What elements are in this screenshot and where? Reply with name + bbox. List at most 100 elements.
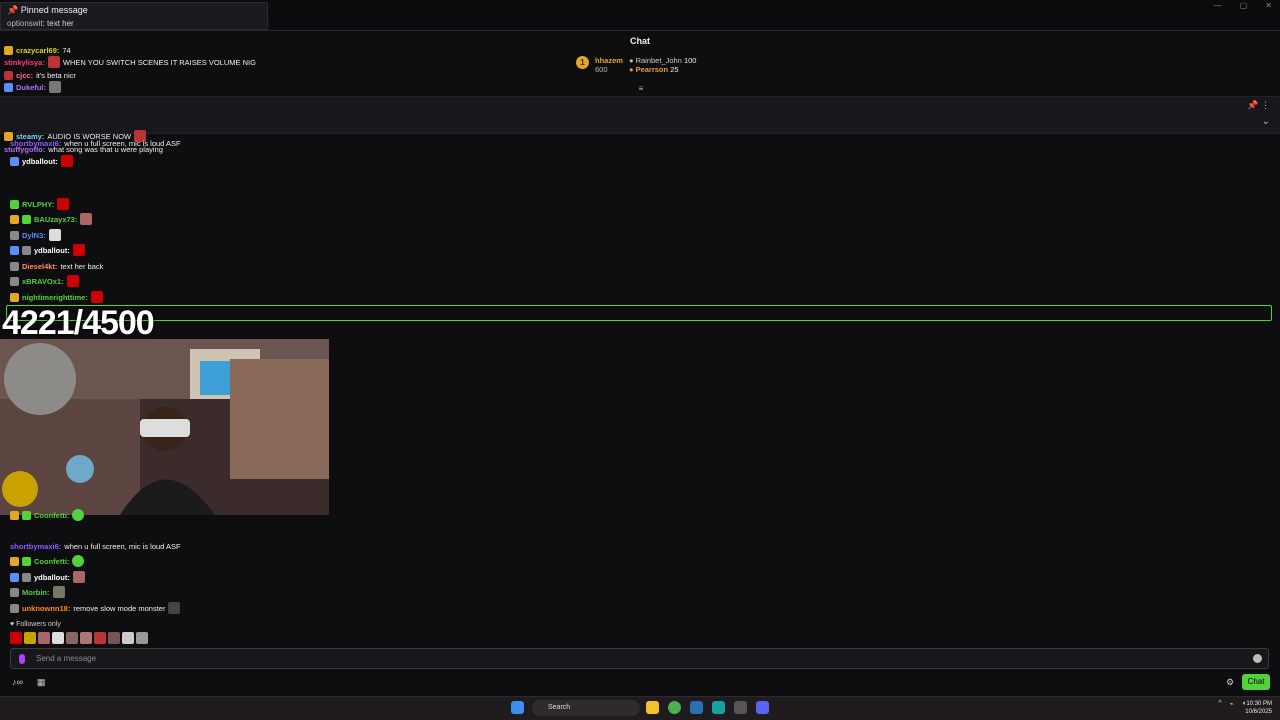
badge-icon	[10, 292, 19, 302]
window-controls[interactable]: — ▢ ✕	[1214, 0, 1272, 12]
chat-username[interactable]: RVLPHY:	[22, 200, 54, 209]
microphone-icon[interactable]	[19, 654, 25, 664]
app-icon[interactable]	[712, 701, 725, 714]
more-options-icon[interactable]: ⋮	[1261, 100, 1270, 110]
network-icon[interactable]: ⌁	[1230, 700, 1234, 708]
app-icon[interactable]	[734, 701, 747, 714]
chat-username[interactable]: nightimerighttime:	[22, 293, 88, 302]
emote-icon[interactable]	[24, 632, 36, 644]
chrome-icon[interactable]	[668, 701, 681, 714]
chat-message[interactable]: xBRAVOx1:	[10, 275, 79, 287]
system-tray[interactable]: ^ ⌁ ◖	[1218, 700, 1246, 708]
pin-icon[interactable]: 📌	[1247, 100, 1258, 110]
chat-username[interactable]: unknownn18:	[22, 604, 70, 613]
chat-username[interactable]: cjcc:	[16, 71, 33, 80]
pin-tools[interactable]: 📌 ⋮	[1247, 100, 1270, 111]
emote-icon[interactable]	[38, 632, 50, 644]
chat-username[interactable]: Morbin:	[22, 588, 50, 597]
chat-username[interactable]: ydballout:	[22, 157, 58, 166]
collapse-icon[interactable]: ≡	[636, 84, 646, 93]
chat-message[interactable]: stuffygoflo: what song was that u were p…	[4, 143, 163, 155]
discord-icon[interactable]	[756, 701, 769, 714]
chat-username[interactable]: stinkylisya:	[4, 58, 45, 67]
maximize-icon[interactable]: ▢	[1240, 0, 1248, 12]
emote-icon	[66, 275, 79, 287]
pin-icon: 📌	[7, 5, 19, 15]
chat-header: Chat	[0, 30, 1280, 50]
badge-icon	[10, 556, 19, 566]
clock-time: 10:30 PM	[1246, 701, 1272, 707]
followers-only-notice: ♥ Followers only	[10, 621, 61, 628]
taskbar-search[interactable]: Search	[532, 700, 640, 716]
chat-username[interactable]: Coonfetti:	[34, 557, 69, 566]
chat-message[interactable]: BAUzayx73:	[10, 213, 93, 225]
chat-message[interactable]: Coonfetti:	[10, 555, 85, 567]
chat-message[interactable]: stinkylisya: WHEN YOU SWITCH SCENES IT R…	[4, 56, 256, 68]
emote-icon[interactable]	[136, 632, 148, 644]
badge-icon	[22, 572, 31, 582]
chat-tools[interactable]: ♪∞ ▦	[12, 677, 45, 688]
chat-message[interactable]: shortbymaxi6: when u full screen, mic is…	[10, 540, 181, 552]
taskbar-clock[interactable]: 10:30 PM 10/6/2025	[1245, 700, 1272, 716]
emote-icon[interactable]	[10, 632, 22, 644]
chat-message[interactable]: RVLPHY:	[10, 198, 70, 210]
chat-message[interactable]: Coonfetti:	[10, 509, 85, 521]
chat-username[interactable]: ydballout:	[34, 573, 70, 582]
chat-username[interactable]: xBRAVOx1:	[22, 277, 64, 286]
leaderboard[interactable]: 1 hhazem 600 ● Rainbet_John 100 ● Pearrs…	[576, 56, 716, 82]
chat-username[interactable]: crazycarl69:	[16, 46, 59, 55]
close-icon[interactable]: ✕	[1265, 0, 1272, 12]
chat-username[interactable]: DylN3:	[22, 231, 46, 240]
store-icon[interactable]: ▦	[37, 677, 46, 688]
chat-message[interactable]: unknownn18: remove slow mode monster	[10, 602, 181, 614]
badge-icon	[4, 82, 13, 92]
chevron-down-icon[interactable]: ⌄	[1262, 116, 1270, 127]
emote-icon	[52, 586, 65, 598]
emote-icon[interactable]	[108, 632, 120, 644]
chat-message[interactable]: DylN3:	[10, 229, 61, 241]
chat-username[interactable]: BAUzayx73:	[34, 215, 77, 224]
emote-icon	[47, 56, 60, 68]
chat-message[interactable]: cjcc: it's beta nicr	[4, 69, 76, 81]
chat-username[interactable]: shortbymaxi6:	[10, 542, 61, 551]
highlighted-message[interactable]	[6, 305, 1272, 321]
chat-title: Chat	[630, 36, 650, 46]
chat-message[interactable]: crazycarl69: 74	[4, 44, 71, 56]
chat-message[interactable]: ydballout:	[10, 571, 85, 583]
badge-icon	[4, 70, 13, 80]
badge-icon	[10, 156, 19, 166]
emote-icon[interactable]	[66, 632, 78, 644]
chat-send-button[interactable]: Chat	[1242, 674, 1270, 690]
chat-message[interactable]: Dukeful:	[4, 81, 61, 93]
recent-emotes[interactable]	[10, 632, 148, 644]
chat-message[interactable]: Diesel4kt: text her back	[10, 260, 103, 272]
pinned-message-card[interactable]: 📌 Pinned message optionswit: text her	[0, 2, 268, 30]
chat-username[interactable]: Coonfetti:	[34, 511, 69, 520]
chat-input[interactable]: Send a message	[10, 648, 1269, 669]
user-icon: ●	[628, 56, 634, 65]
emoji-icon[interactable]	[1253, 654, 1262, 663]
points-icon[interactable]: ♪∞	[12, 677, 23, 688]
gear-icon[interactable]: ⚙	[1226, 677, 1234, 688]
chevron-up-icon[interactable]: ^	[1218, 700, 1221, 708]
emote-icon	[168, 602, 181, 614]
emote-icon[interactable]	[80, 632, 92, 644]
chat-text: WHEN YOU SWITCH SCENES IT RAISES VOLUME …	[62, 57, 256, 67]
chat-username[interactable]: ydballout:	[34, 246, 70, 255]
chat-username[interactable]: Dukeful:	[16, 83, 46, 92]
chat-message[interactable]: nightimerighttime:	[10, 291, 103, 303]
steam-icon[interactable]	[690, 701, 703, 714]
chat-username[interactable]: Diesel4kt:	[22, 262, 57, 271]
emote-icon[interactable]	[94, 632, 106, 644]
emote-icon[interactable]	[52, 632, 64, 644]
chat-username[interactable]: stuffygoflo:	[4, 145, 45, 154]
emote-icon[interactable]	[122, 632, 134, 644]
chat-message[interactable]: ydballout:	[10, 244, 85, 256]
chat-message[interactable]: Morbin:	[10, 586, 65, 598]
badge-icon	[22, 556, 31, 566]
emote-icon	[90, 291, 103, 303]
chat-message[interactable]: ydballout:	[10, 155, 73, 167]
file-explorer-icon[interactable]	[646, 701, 659, 714]
windows-start-icon[interactable]	[511, 701, 524, 714]
minimize-icon[interactable]: —	[1214, 0, 1222, 12]
